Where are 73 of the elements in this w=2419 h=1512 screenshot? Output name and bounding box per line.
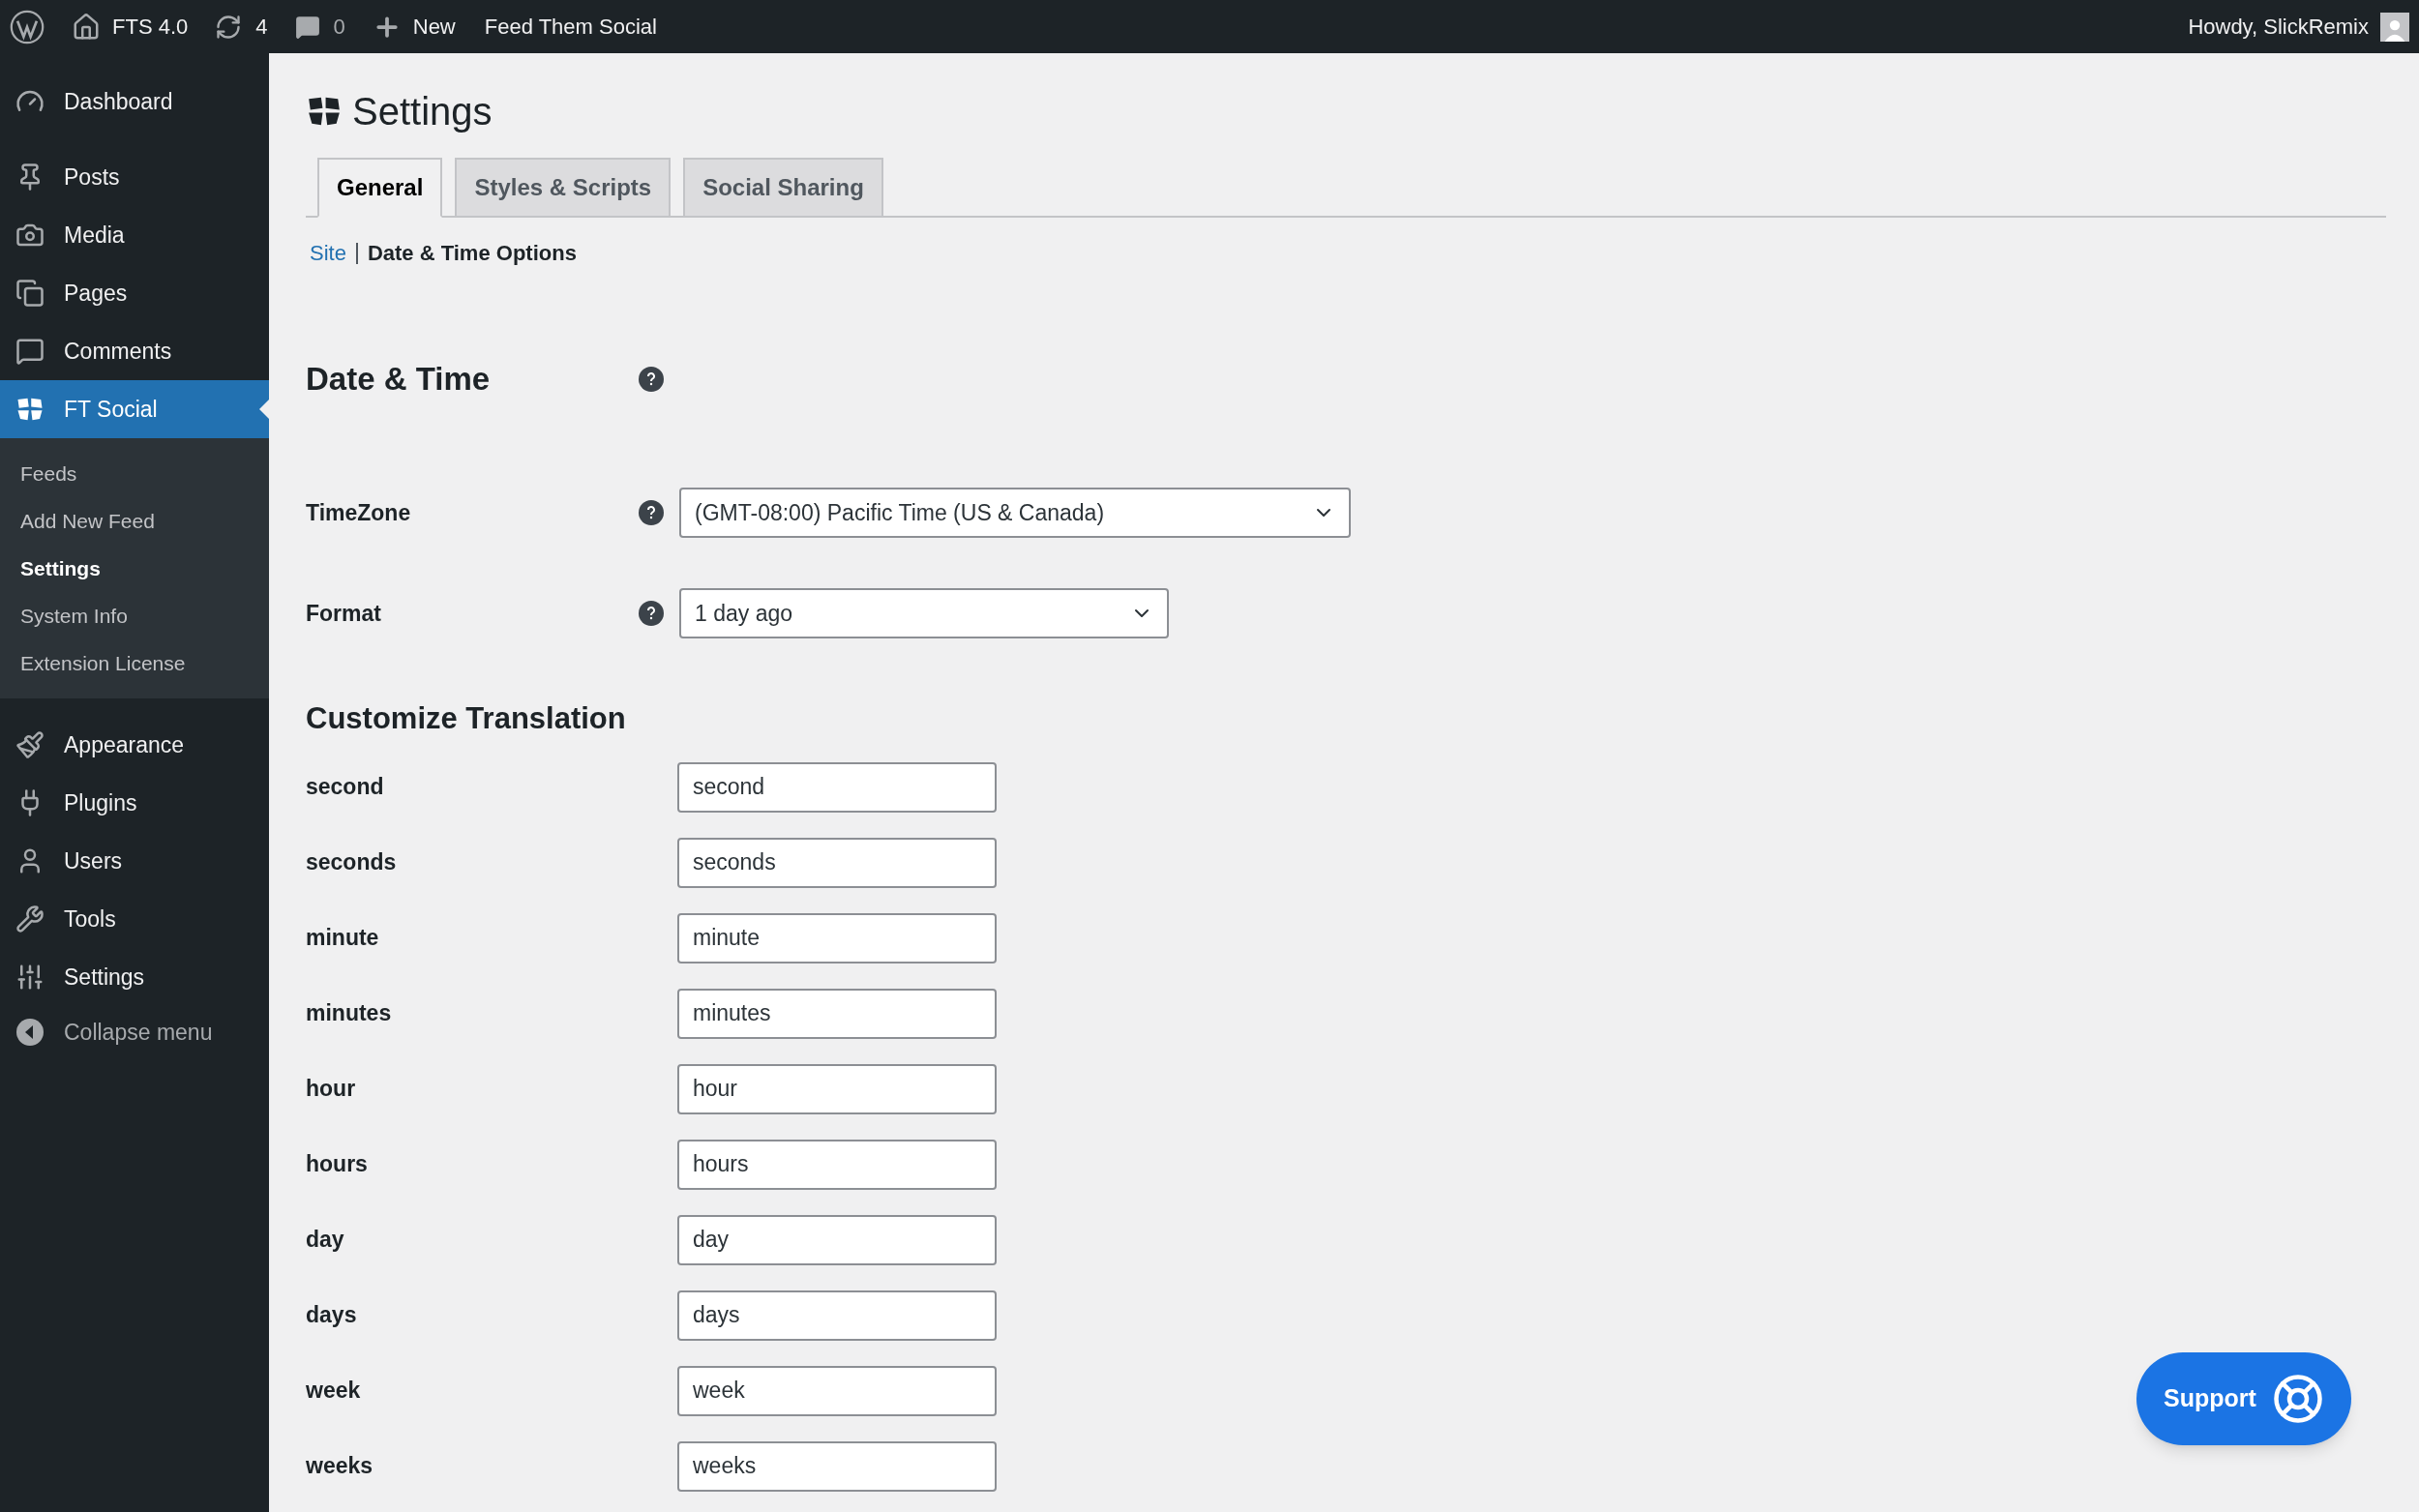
menu-item[interactable]: Tools xyxy=(0,890,269,948)
submenu-item[interactable]: Feeds xyxy=(0,450,269,497)
pages-icon xyxy=(15,279,45,308)
avatar-icon[interactable] xyxy=(2380,12,2409,42)
current-pointer-icon xyxy=(259,400,269,419)
updates-link[interactable]: 4 xyxy=(215,11,268,43)
page-title: Settings xyxy=(352,89,493,134)
support-button[interactable]: Support xyxy=(2136,1352,2351,1445)
wordpress-logo-icon[interactable] xyxy=(10,9,45,44)
help-icon[interactable] xyxy=(639,500,664,525)
paintbrush-icon xyxy=(15,730,45,759)
section-heading: Date & Time xyxy=(306,360,492,400)
tab[interactable]: General xyxy=(317,158,443,218)
text-field[interactable]: second xyxy=(677,761,997,813)
speech-bubble-icon xyxy=(15,337,45,366)
field-label: TimeZone xyxy=(306,498,412,527)
help-icon[interactable] xyxy=(639,601,664,626)
account-link[interactable]: Howdy, SlickRemix xyxy=(2188,11,2369,43)
text-field[interactable]: hours xyxy=(677,1139,997,1190)
comments-link[interactable]: 0 xyxy=(294,11,345,43)
refresh-icon xyxy=(215,13,243,41)
site-name-link[interactable]: FTS 4.0 xyxy=(72,11,189,43)
menu-item[interactable]: Posts xyxy=(0,148,269,206)
help-icon[interactable] xyxy=(639,367,664,392)
tab[interactable]: Styles & Scripts xyxy=(455,158,672,218)
submenu-item[interactable]: Extension License xyxy=(0,639,269,687)
new-link[interactable]: New xyxy=(372,11,456,43)
subnav-link[interactable]: Date & Time Options xyxy=(367,237,577,269)
menu-item[interactable]: Pages xyxy=(0,264,269,322)
menu-item[interactable]: Appearance xyxy=(0,716,269,774)
clover-logo-icon xyxy=(306,95,343,128)
submenu-item[interactable]: System Info xyxy=(0,592,269,639)
house-icon xyxy=(72,12,101,42)
submenu-item[interactable]: Add New Feed xyxy=(0,497,269,545)
text-field[interactable]: hour xyxy=(677,1063,997,1114)
menu-item[interactable]: Media xyxy=(0,206,269,264)
field-label: week xyxy=(306,1377,362,1406)
submenu-item[interactable]: Settings xyxy=(0,545,269,592)
field-label: second xyxy=(306,773,385,802)
field-label: hours xyxy=(306,1150,369,1179)
collapse-menu-button[interactable]: Collapse menu xyxy=(0,1006,269,1058)
plugin-link[interactable]: Feed Them Social xyxy=(484,11,657,43)
field-label: minutes xyxy=(306,999,393,1028)
text-field[interactable]: minute xyxy=(677,912,997,964)
section-heading: Customize Translation xyxy=(306,700,627,737)
menu-item[interactable]: Comments xyxy=(0,322,269,380)
subnav-link[interactable]: Site xyxy=(310,237,346,269)
menu-item[interactable]: FT Social xyxy=(0,380,269,438)
tab[interactable]: Social Sharing xyxy=(683,158,883,218)
lifebuoy-icon xyxy=(2271,1373,2324,1425)
collapse-icon xyxy=(15,1018,45,1047)
field-label: day xyxy=(306,1226,345,1255)
select-field[interactable]: 1 day ago xyxy=(679,588,1169,638)
text-field[interactable]: days xyxy=(677,1290,997,1341)
menu-item[interactable]: Users xyxy=(0,832,269,890)
field-label: days xyxy=(306,1301,358,1330)
text-field[interactable]: day xyxy=(677,1214,997,1265)
field-label: minute xyxy=(306,924,380,953)
field-label: hour xyxy=(306,1075,357,1104)
field-label: seconds xyxy=(306,848,398,877)
menu-item[interactable]: Dashboard xyxy=(0,73,269,131)
text-field[interactable]: weeks xyxy=(677,1440,997,1492)
sliders-icon xyxy=(15,963,45,992)
text-field[interactable]: seconds xyxy=(677,837,997,888)
field-label: weeks xyxy=(306,1452,374,1481)
wrench-icon xyxy=(15,904,45,934)
select-field[interactable]: (GMT-08:00) Pacific Time (US & Canada) xyxy=(679,488,1351,538)
menu-item[interactable]: Plugins xyxy=(0,774,269,832)
field-label: Format xyxy=(306,599,382,628)
text-field[interactable]: minutes xyxy=(677,988,997,1039)
speech-bubble-icon xyxy=(294,14,320,40)
menu-item[interactable]: Settings xyxy=(0,948,269,1006)
text-field[interactable]: week xyxy=(677,1365,997,1416)
